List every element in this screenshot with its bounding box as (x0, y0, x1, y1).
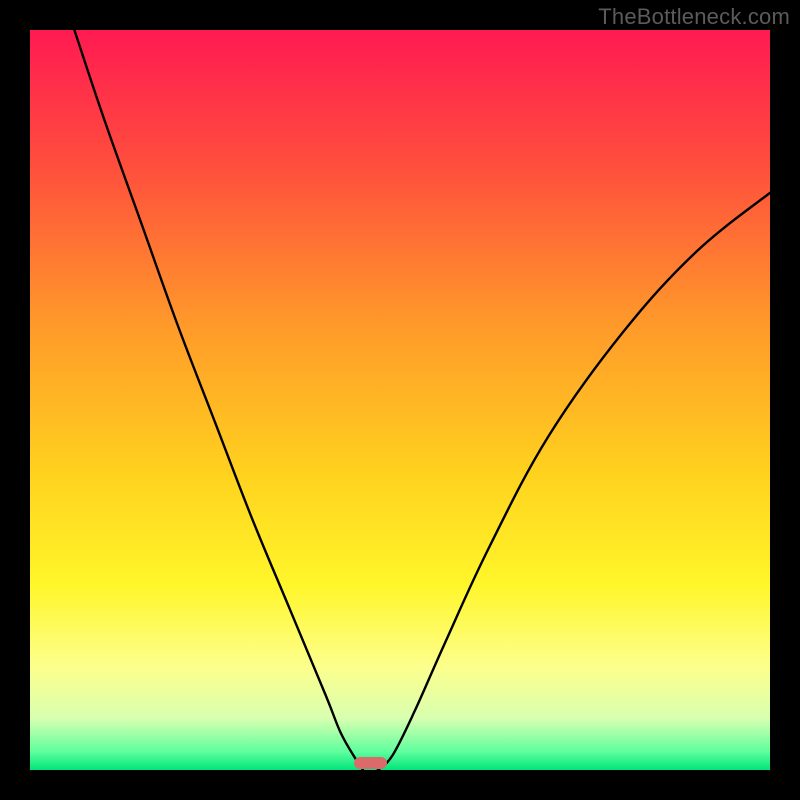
right-curve (378, 193, 770, 770)
curve-layer (30, 30, 770, 770)
bottleneck-marker (354, 757, 387, 769)
left-curve (74, 30, 363, 770)
watermark-text: TheBottleneck.com (598, 4, 790, 30)
chart-frame: TheBottleneck.com (0, 0, 800, 800)
plot-area (30, 30, 770, 770)
